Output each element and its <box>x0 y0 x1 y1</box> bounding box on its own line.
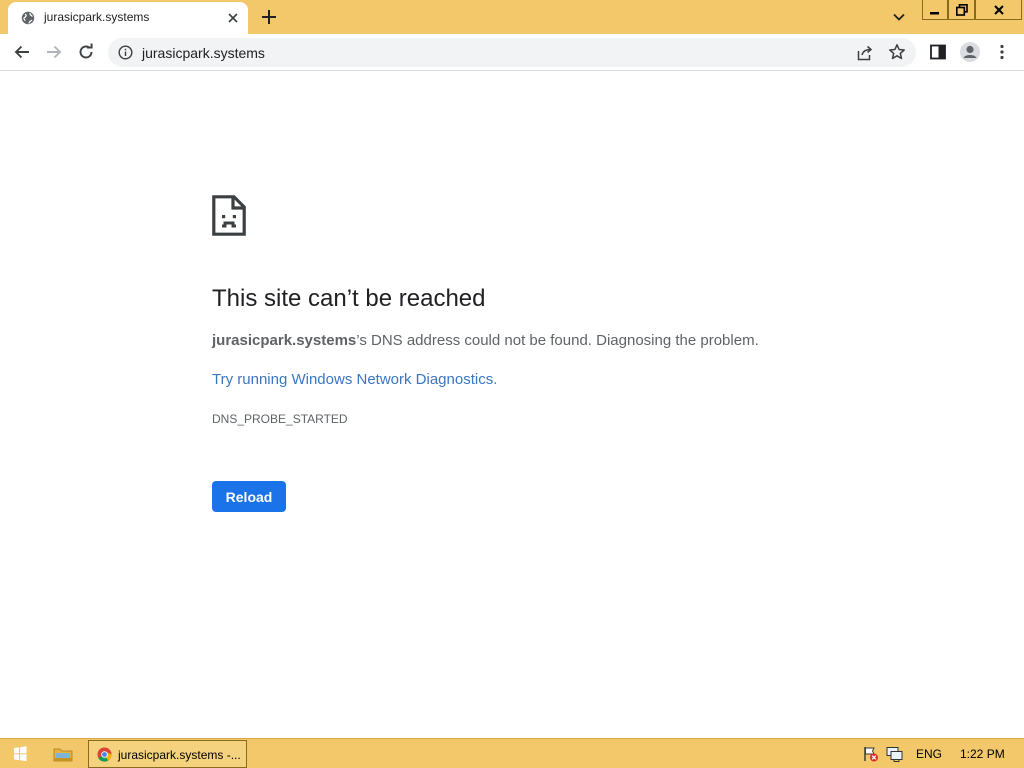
plus-icon[interactable] <box>259 7 279 27</box>
url-text[interactable]: jurasicpark.systems <box>142 45 265 61</box>
side-panel-icon <box>930 44 946 60</box>
flag-warning-icon[interactable] <box>862 746 879 762</box>
profile-button[interactable] <box>958 40 982 64</box>
back-button[interactable] <box>10 40 34 64</box>
reload-button[interactable] <box>74 40 98 64</box>
back-arrow-icon <box>14 45 29 59</box>
window-close-button[interactable] <box>975 0 1022 20</box>
minimize-icon <box>930 11 939 14</box>
taskbar-item-label: jurasicpark.systems -... <box>118 748 241 762</box>
tab-strip: jurasicpark.systems <box>0 0 1024 34</box>
error-code: DNS_PROBE_STARTED <box>212 412 348 426</box>
network-diagnostics-link[interactable]: Try running Windows Network Diagnostics. <box>212 371 497 388</box>
forward-button[interactable] <box>42 40 66 64</box>
browser-toolbar: jurasicpark.systems <box>0 34 1024 71</box>
taskbar: jurasicpark.systems -... ENG 1:22 PM <box>0 738 1024 768</box>
restore-icon <box>955 3 968 16</box>
error-host: jurasicpark.systems <box>212 332 357 349</box>
error-title: This site can’t be reached <box>212 285 486 312</box>
star-icon[interactable] <box>888 43 906 61</box>
folder-icon <box>53 748 73 762</box>
more-vertical-icon <box>1000 44 1004 60</box>
forward-arrow-icon <box>47 45 62 59</box>
windows-logo-icon <box>14 746 27 762</box>
chrome-icon <box>97 747 112 762</box>
address-bar[interactable]: jurasicpark.systems <box>108 38 916 67</box>
taskbar-chrome-window[interactable]: jurasicpark.systems -... <box>88 740 247 768</box>
info-icon[interactable] <box>118 45 133 60</box>
tab-active[interactable]: jurasicpark.systems <box>8 2 248 34</box>
input-language[interactable]: ENG <box>916 747 942 761</box>
error-description-text: ’s DNS address could not be found. Diagn… <box>356 332 759 349</box>
error-description: jurasicpark.systems’s DNS address could … <box>212 332 759 349</box>
restore-button[interactable] <box>948 0 975 20</box>
menu-button[interactable] <box>990 40 1014 64</box>
reload-page-button[interactable]: Reload <box>212 481 286 512</box>
share-icon[interactable] <box>856 44 874 62</box>
minimize-button[interactable] <box>922 0 948 20</box>
sad-document-icon <box>212 195 246 236</box>
tab-title: jurasicpark.systems <box>44 10 150 24</box>
network-icon[interactable] <box>886 746 903 762</box>
chevron-down-icon[interactable] <box>890 8 908 26</box>
profile-icon <box>960 42 980 62</box>
start-button[interactable] <box>2 741 38 767</box>
side-panel-button[interactable] <box>926 40 950 64</box>
reload-icon <box>79 43 93 59</box>
close-icon <box>993 4 1004 15</box>
close-icon[interactable] <box>224 9 242 27</box>
globe-icon <box>21 11 35 25</box>
clock[interactable]: 1:22 PM <box>960 747 1005 761</box>
file-explorer-button[interactable] <box>50 742 76 766</box>
